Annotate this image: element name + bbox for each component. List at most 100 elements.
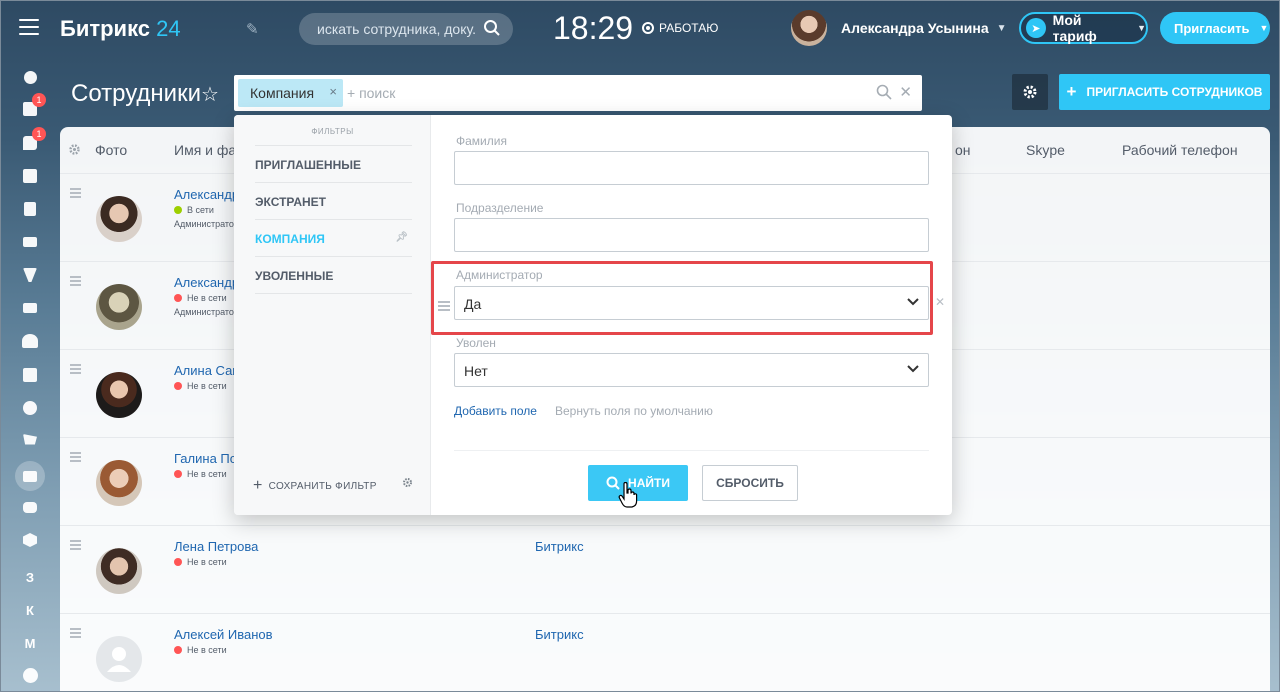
sidebar-item-checklist[interactable] (17, 364, 43, 386)
avatar[interactable] (96, 284, 142, 330)
pencil-icon[interactable]: ✎ (246, 20, 259, 38)
user-name: Александра Усынина (841, 20, 989, 36)
gear-icon[interactable] (68, 143, 81, 156)
reset-button[interactable]: СБРОСИТЬ (702, 465, 798, 501)
filter-search-placeholder[interactable]: + поиск (347, 85, 395, 101)
filter-preset-company[interactable]: КОМПАНИЯ 📌︎ (255, 219, 412, 256)
sidebar-item-letter-m[interactable]: М (17, 632, 43, 654)
admin-select-value: Да (464, 296, 482, 312)
sidebar-item-feed[interactable] (17, 66, 43, 88)
column-header-work-phone[interactable]: Рабочий телефон (1122, 142, 1238, 158)
remove-field-icon[interactable]: ✕ (935, 295, 945, 309)
drag-handle-icon[interactable] (70, 628, 81, 640)
avatar[interactable] (791, 10, 827, 46)
pin-icon[interactable]: 📌︎ (395, 232, 408, 243)
funnel-icon (23, 268, 37, 282)
save-filter-button[interactable]: + СОХРАНИТЬ ФИЛЬТР (253, 477, 377, 495)
sidebar-item-contacts[interactable] (15, 461, 45, 491)
fired-select-value: Нет (464, 363, 488, 379)
restore-defaults-link[interactable]: Вернуть поля по умолчанию (555, 404, 713, 418)
tariff-label: Мой тариф (1052, 12, 1097, 44)
column-header-skype[interactable]: Skype (1026, 142, 1065, 158)
left-sidebar: 1 1 З К М (0, 58, 60, 692)
target-icon (23, 401, 37, 415)
employee-name[interactable]: Александр (174, 275, 239, 290)
filter-preset-invited[interactable]: ПРИГЛАШЕННЫЕ (255, 145, 412, 182)
filter-chip[interactable]: Компания × (238, 79, 343, 107)
sidebar-item-shop[interactable] (17, 430, 43, 452)
employee-department[interactable]: Битрикс (535, 627, 584, 642)
avatar[interactable] (96, 636, 142, 682)
sidebar-item-box[interactable] (17, 529, 43, 551)
drag-handle-icon[interactable] (438, 301, 450, 313)
gear-icon[interactable] (402, 477, 413, 488)
avatar[interactable] (96, 460, 142, 506)
work-status-icon (642, 22, 654, 34)
sidebar-item-documents[interactable] (17, 198, 43, 220)
sidebar-item-employees[interactable] (17, 330, 43, 352)
star-icon[interactable]: ☆ (201, 82, 219, 107)
avatar[interactable] (96, 372, 142, 418)
drag-handle-icon[interactable] (70, 188, 81, 200)
drag-handle-icon[interactable] (70, 364, 81, 376)
chevron-down-icon: ▼ (1259, 23, 1269, 33)
column-header-phone[interactable]: он (955, 142, 971, 158)
employee-name[interactable]: Алексей Иванов (174, 627, 273, 642)
filter-preset-fired[interactable]: УВОЛЕННЫЕ (255, 256, 412, 294)
logo[interactable]: Битрикс 24 (60, 16, 181, 42)
robot-icon (23, 501, 37, 513)
sidebar-item-letter-z[interactable]: З (17, 566, 43, 588)
find-button[interactable]: НАЙТИ (588, 465, 688, 501)
close-icon[interactable]: × (329, 84, 337, 99)
sidebar-item-mail[interactable] (17, 297, 43, 319)
chevron-down-icon: ▼ (996, 22, 1007, 34)
sidebar-item-funnel[interactable] (17, 264, 43, 286)
global-search-input[interactable]: искать сотрудника, доку... (299, 13, 513, 45)
admin-select[interactable]: Да (454, 286, 929, 320)
sidebar-item-target[interactable] (17, 397, 43, 419)
employee-department[interactable]: Битрикс (535, 539, 584, 554)
settings-button[interactable] (1012, 74, 1048, 110)
tariff-button[interactable]: ➤ Мой тариф ▼ (1019, 12, 1148, 44)
sidebar-item-drive[interactable] (17, 231, 43, 253)
clock[interactable]: 18:29 (553, 10, 633, 47)
table-row[interactable]: Алексей Иванов Не в сети Битрикс (60, 613, 1270, 692)
sidebar-item-robot[interactable] (17, 496, 43, 518)
calendar-icon (23, 169, 37, 183)
work-status[interactable]: РАБОТАЮ (642, 21, 718, 35)
user-placeholder-icon (107, 647, 131, 672)
filter-preset-extranet[interactable]: ЭКСТРАНЕТ (255, 182, 412, 219)
sidebar-item-letter-k[interactable]: К (17, 599, 43, 621)
sidebar-item-more[interactable] (17, 664, 43, 686)
invite-employees-label: ПРИГЛАСИТЬ СОТРУДНИКОВ (1086, 85, 1263, 99)
column-header-photo[interactable]: Фото (95, 142, 127, 158)
online-status: Не в сети (174, 645, 227, 655)
drag-handle-icon[interactable] (70, 452, 81, 464)
last-name-field[interactable] (454, 151, 929, 185)
search-icon[interactable] (483, 19, 501, 37)
invite-employees-button[interactable]: + ПРИГЛАСИТЬ СОТРУДНИКОВ (1059, 74, 1270, 110)
table-row[interactable]: Лена Петрова Не в сети Битрикс (60, 525, 1270, 613)
user-menu[interactable]: Александра Усынина ▼ (791, 10, 1007, 46)
drive-icon (23, 237, 37, 247)
drag-handle-icon[interactable] (70, 540, 81, 552)
menu-icon[interactable] (19, 19, 39, 35)
drag-handle-icon[interactable] (70, 276, 81, 288)
avatar[interactable] (96, 548, 142, 594)
clear-icon[interactable]: ✕ (899, 83, 912, 101)
filter-search-bar[interactable]: Компания × + поиск ✕ (234, 75, 922, 111)
sidebar-item-calendar[interactable] (17, 165, 43, 187)
employee-role: Администратор (174, 307, 239, 317)
fired-select[interactable]: Нет (454, 353, 929, 387)
sidebar-item-chat[interactable]: 1 (17, 127, 46, 154)
status-dot-icon (174, 646, 182, 654)
department-field[interactable] (454, 218, 929, 252)
invite-button[interactable]: Пригласить ▼ (1160, 12, 1270, 44)
sidebar-item-tasks[interactable]: 1 (17, 93, 46, 120)
add-field-link[interactable]: Добавить поле (454, 404, 537, 418)
avatar[interactable] (96, 196, 142, 242)
employee-role: Администратор (174, 219, 239, 229)
search-icon[interactable] (876, 84, 892, 100)
employee-name[interactable]: Лена Петрова (174, 539, 258, 554)
box-icon (23, 533, 37, 547)
